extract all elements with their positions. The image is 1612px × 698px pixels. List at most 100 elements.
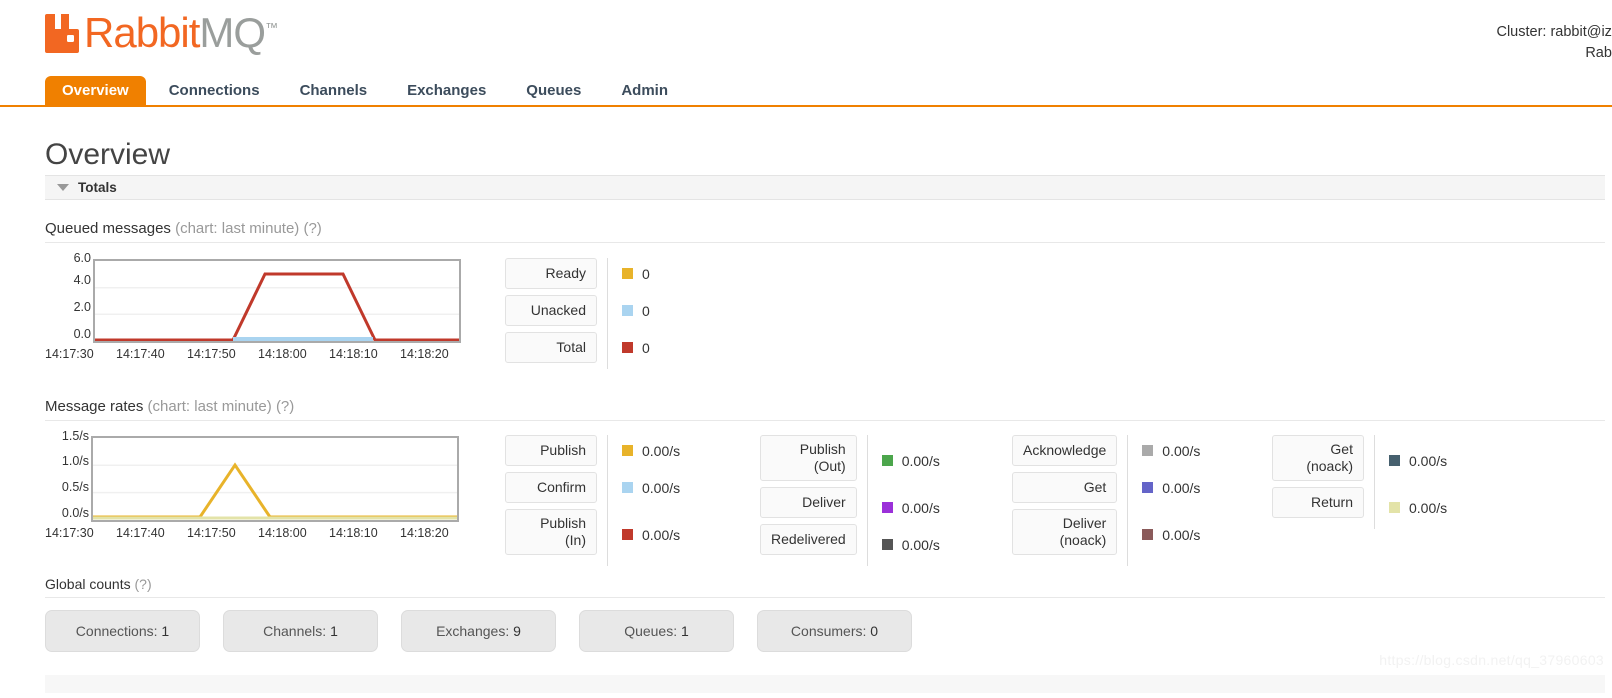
legend-value-text: 0.00/s — [1162, 526, 1201, 543]
queued-messages-heading: Queued messages (chart: last minute) (?) — [45, 220, 1605, 243]
nav-tab-channels[interactable]: Channels — [283, 76, 385, 107]
message-rates-title: Message rates — [45, 398, 144, 415]
global-counts-title: Global counts — [45, 576, 131, 592]
chevron-down-icon — [57, 184, 69, 191]
legend-label: Publish — [799, 441, 846, 457]
rates-legend-3-value-row: 0.00/s — [1142, 509, 1200, 560]
rates-legend-3-button-deliver--noack[interactable]: Deliver (noack) — [1012, 509, 1118, 555]
rates-legend-1-value-row: 0.00/s — [622, 509, 680, 560]
queued-legend-button-ready[interactable]: Ready — [505, 258, 597, 289]
legend-value-text: 0.00/s — [901, 536, 940, 553]
global-count-label: Connections: — [75, 623, 162, 639]
y-tick: 6.0 — [73, 251, 91, 265]
global-count-value: 1 — [330, 623, 338, 639]
rabbitmq-logo-icon — [45, 14, 79, 53]
logo-rabbit-text: Rabbit — [84, 9, 200, 56]
rates-legend-2-button-deliver[interactable]: Deliver — [760, 487, 857, 518]
queued-legend-value-row: 0 — [622, 295, 650, 326]
y-tick: 0.0/s — [61, 506, 89, 520]
main-navigation: Overview Connections Channels Exchanges Queu… — [0, 74, 1612, 107]
rates-legend-4-button-return[interactable]: Return — [1272, 487, 1364, 518]
totals-section-toggle[interactable]: Totals — [45, 175, 1605, 200]
nav-tab-exchanges[interactable]: Exchanges — [390, 76, 503, 107]
y-tick: 1.0/s — [61, 454, 89, 468]
global-count-label: Queues: — [624, 623, 682, 639]
legend-label-secondary: (noack) — [1059, 532, 1107, 548]
rates-legend-1-button-publish[interactable]: Publish — [505, 435, 597, 466]
legend-value-text: 0.00/s — [642, 526, 681, 543]
legend-value-text: 0.00/s — [1409, 499, 1448, 516]
message-rates-help-icon[interactable]: (?) — [276, 398, 294, 415]
queued-legend-value-row: 0 — [622, 258, 650, 289]
totals-section-label: Totals — [78, 180, 117, 195]
x-tick: 14:17:30 — [45, 526, 94, 540]
rates-legend-3-button-acknowledge[interactable]: Acknowledge — [1012, 435, 1118, 466]
queued-legend-button-total[interactable]: Total — [505, 332, 597, 363]
page-title: Overview — [45, 138, 171, 172]
rates-legend-2-button-redelivered[interactable]: Redelivered — [760, 524, 857, 555]
legend-label: Return — [1310, 494, 1353, 510]
global-count-exchanges[interactable]: Exchanges: 9 — [401, 610, 556, 652]
queued-messages-help-icon[interactable]: (?) — [303, 220, 321, 237]
rates-legend-4-labels: Get (noack) Return — [1272, 435, 1364, 529]
x-tick: 14:18:00 — [258, 347, 307, 361]
legend-label: Deliver — [802, 494, 846, 510]
rabbitmq-management-page: RabbitMQ™ Cluster: rabbit@izo Rabb Overv… — [0, 0, 1612, 698]
rates-legend-4-button-get--noack[interactable]: Get (noack) — [1272, 435, 1364, 481]
x-tick: 14:17:40 — [116, 526, 165, 540]
rates-legend-1-button-publish--in[interactable]: Publish (In) — [505, 509, 597, 555]
rates-legend-3-button-get[interactable]: Get — [1012, 472, 1118, 503]
y-tick: 0.0 — [73, 327, 91, 341]
legend-label: Publish — [540, 442, 586, 458]
global-count-connections[interactable]: Connections: 1 — [45, 610, 200, 652]
global-count-queues[interactable]: Queues: 1 — [579, 610, 734, 652]
nav-tab-admin[interactable]: Admin — [604, 76, 685, 107]
legend-color-swatch — [1142, 529, 1154, 540]
legend-label: Acknowledge — [1023, 442, 1107, 458]
queued-legend-button-unacked[interactable]: Unacked — [505, 295, 597, 326]
legend-value-text: 0.00/s — [1162, 442, 1201, 459]
nav-tab-overview[interactable]: Overview — [45, 76, 146, 107]
queued-legend-value-row: 0 — [622, 332, 650, 363]
y-tick: 4.0 — [73, 273, 91, 287]
rates-legend-2-labels: Publish (Out) Deliver Redelivered — [760, 435, 857, 566]
message-rates-legend-column-4: Get (noack) Return 0.00/s 0.00/s — [1272, 435, 1447, 529]
y-tick: 0.5/s — [61, 480, 89, 494]
message-rates-legend-column-1: Publish Confirm Publish (In) 0.00/s 0.00/s 0.0… — [505, 435, 680, 566]
legend-color-swatch — [622, 445, 633, 456]
rates-legend-2-button-publish--out[interactable]: Publish (Out) — [760, 435, 857, 481]
global-counts-help-icon[interactable]: (?) — [135, 576, 152, 592]
rates-legend-1-button-confirm[interactable]: Confirm — [505, 472, 597, 503]
message-rates-subtitle: (chart: last minute) — [143, 398, 276, 415]
message-rates-legend-column-2: Publish (Out) Deliver Redelivered 0.00/s 0.00… — [760, 435, 940, 566]
x-tick: 14:18:20 — [400, 347, 449, 361]
x-tick: 14:17:50 — [187, 347, 236, 361]
nav-tab-queues[interactable]: Queues — [509, 76, 598, 107]
x-tick: 14:18:10 — [329, 347, 378, 361]
x-tick: 14:17:40 — [116, 347, 165, 361]
y-tick: 1.5/s — [61, 429, 89, 443]
rates-legend-3-labels: Acknowledge Get Deliver (noack) — [1012, 435, 1118, 566]
rates-legend-4-values: 0.00/s 0.00/s — [1374, 435, 1447, 529]
rabbitmq-logo[interactable]: RabbitMQ™ — [45, 8, 278, 56]
legend-value-text: 0.00/s — [642, 479, 681, 496]
legend-label: Get — [1330, 441, 1353, 457]
legend-label: Redelivered — [771, 531, 846, 547]
legend-value-text: 0 — [642, 339, 650, 356]
rates-legend-2-value-row: 0.00/s — [881, 492, 940, 523]
message-rates-y-axis: 1.5/s 1.0/s 0.5/s 0.0/s — [45, 430, 89, 521]
legend-color-swatch — [881, 455, 893, 466]
logo-wordmark: RabbitMQ™ — [84, 8, 278, 56]
x-tick: 14:18:20 — [400, 526, 449, 540]
queued-legend-values: 0 0 0 — [607, 258, 650, 369]
rates-legend-2-value-row: 0.00/s — [881, 435, 940, 486]
logo-trademark: ™ — [265, 20, 278, 35]
nav-tab-connections[interactable]: Connections — [152, 76, 277, 107]
y-tick: 2.0 — [73, 300, 91, 314]
message-rates-plot-area — [91, 436, 459, 522]
rates-legend-1-values: 0.00/s 0.00/s 0.00/s — [607, 435, 680, 566]
rates-legend-1-labels: Publish Confirm Publish (In) — [505, 435, 597, 566]
global-count-channels[interactable]: Channels: 1 — [223, 610, 378, 652]
global-count-consumers[interactable]: Consumers: 0 — [757, 610, 912, 652]
legend-label-secondary: (noack) — [1306, 458, 1353, 474]
